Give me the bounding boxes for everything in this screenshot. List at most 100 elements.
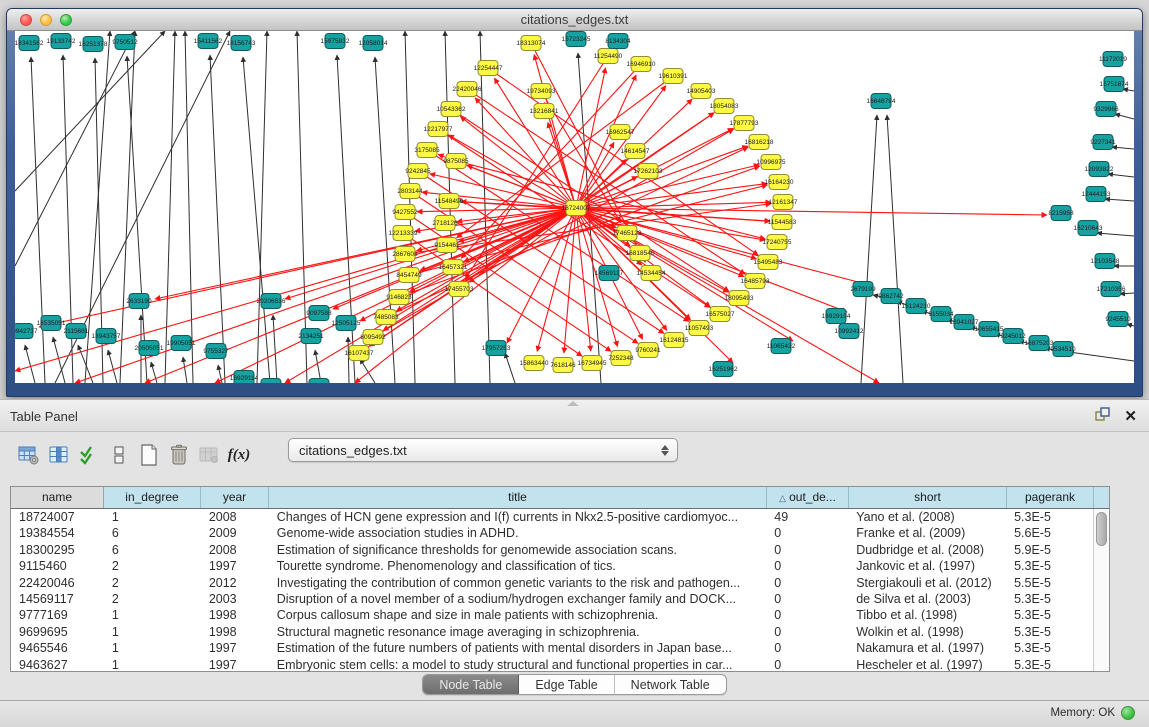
graph-node-label: 14614547 <box>621 148 650 155</box>
column-header-short[interactable]: short <box>849 487 1007 508</box>
table-settings-icon[interactable] <box>14 442 44 468</box>
table-cell: 9465546 <box>11 640 104 656</box>
table-row[interactable]: 2242004622012Investigating the contribut… <box>11 575 1093 591</box>
graph-node-label: 12213339 <box>389 230 418 237</box>
graph-node-label: 18095493 <box>725 295 754 302</box>
graph-node-label: 9155034 <box>928 311 954 318</box>
column-visibility-icon[interactable] <box>44 442 74 468</box>
tab-edge-table[interactable]: Edge Table <box>519 675 614 694</box>
tab-node-table[interactable]: Node Table <box>423 675 519 694</box>
row-height-icon[interactable] <box>104 442 134 468</box>
table-scrollbar-thumb[interactable] <box>1096 512 1107 546</box>
table-row[interactable]: 1456911722003Disruption of a novel membe… <box>11 591 1093 607</box>
table-cell: 0 <box>766 657 848 671</box>
table-row[interactable]: 977716911998Corpus callosum shape and si… <box>11 607 1093 623</box>
table-row[interactable]: 969969511998Structural magnetic resonanc… <box>11 624 1093 640</box>
table-cell: 1998 <box>201 607 269 623</box>
select-mode-icon[interactable] <box>74 442 104 468</box>
graph-edge <box>1105 199 1134 201</box>
graph-edge <box>505 353 515 383</box>
graph-node-label: 19734093 <box>527 88 556 95</box>
table-cell: 1 <box>104 657 201 671</box>
table-row[interactable]: 1872400712008Changes of HCN gene express… <box>11 509 1093 525</box>
node-table: namein_degreeyeartitle△out_de...shortpag… <box>10 486 1110 672</box>
graph-node-label: 18341562 <box>15 40 44 47</box>
graph-node-label: 18156743 <box>227 40 256 47</box>
network-canvas[interactable]: 1872400712254447224200461054336212217977… <box>15 31 1134 383</box>
status-bar: Memory: OK <box>0 700 1149 727</box>
graph-node-label: 7252348 <box>608 355 634 362</box>
float-panel-icon[interactable] <box>1095 407 1110 426</box>
graph-node-label: 3175085 <box>414 147 440 154</box>
column-header-name[interactable]: name <box>11 487 104 508</box>
column-header-year[interactable]: year <box>201 487 269 508</box>
graph-node-label: 19610391 <box>659 73 688 80</box>
graph-node-label: 15975832 <box>321 38 350 45</box>
graph-edge <box>373 129 734 337</box>
graph-edge <box>108 350 117 383</box>
table-cell: Estimation of the future numbers of pati… <box>269 640 767 656</box>
network-window[interactable]: citations_edges.txt 18724007122544472242… <box>6 8 1143 397</box>
table-panel-header[interactable]: Table Panel ✕ <box>0 399 1149 432</box>
table-cell: 49 <box>766 509 848 525</box>
table-cell: 6 <box>104 542 201 558</box>
graph-node-label: 14569117 <box>595 270 624 277</box>
graph-edge <box>185 31 193 383</box>
graph-edge <box>183 357 187 383</box>
create-table-icon[interactable] <box>134 442 164 468</box>
graph-node-label: 9750512 <box>112 39 138 46</box>
table-row[interactable]: 946554611997Estimation of the future num… <box>11 640 1093 656</box>
tab-network-table[interactable]: Network Table <box>615 675 726 694</box>
graph-node-label: 16164230 <box>765 179 794 186</box>
table-cell: 14569117 <box>11 591 104 607</box>
table-cell: 5.3E-5 <box>1006 591 1093 607</box>
graph-edge <box>480 31 490 383</box>
table-row[interactable]: 911546021997Tourette syndrome. Phenomeno… <box>11 558 1093 574</box>
table-row[interactable]: 946362711997Embryonic stem cells: a mode… <box>11 657 1093 671</box>
graph-node-label: 9245510 <box>1105 316 1131 323</box>
network-window-titlebar[interactable]: citations_edges.txt <box>7 9 1142 31</box>
graph-node-label: 16962547 <box>606 129 635 136</box>
table-row[interactable]: 1938455462009Genome-wide association stu… <box>11 525 1093 541</box>
table-cell: 1997 <box>201 657 269 671</box>
table-cell: 5.3E-5 <box>1006 558 1093 574</box>
graph-node-label: 17240755 <box>763 239 792 246</box>
table-scrollbar[interactable] <box>1093 509 1109 671</box>
graph-node-label: 16251378 <box>79 41 108 48</box>
table-cell: Genome-wide association studies in ADHD. <box>269 525 767 541</box>
table-panel-title: Table Panel <box>10 409 78 424</box>
table-cell: 5.3E-5 <box>1006 607 1093 623</box>
graph-node-label: 19942737 <box>15 328 38 335</box>
splitter-handle[interactable] <box>567 401 579 406</box>
table-cell: 0 <box>766 525 848 541</box>
table-cell: Changes of HCN gene expression and I(f) … <box>269 509 767 525</box>
function-builder-icon[interactable]: f(x) <box>224 442 254 468</box>
table-cell: 5.3E-5 <box>1006 624 1093 640</box>
table-cell: Embryonic stem cells: a model to study s… <box>269 657 767 671</box>
memory-status-icon[interactable] <box>1121 706 1135 720</box>
column-header-out_de[interactable]: △out_de... <box>767 487 849 508</box>
table-cell: 0 <box>766 542 848 558</box>
table-cell: 9115460 <box>11 558 104 574</box>
graph-node-label: 10543362 <box>437 106 466 113</box>
table-selector-dropdown[interactable]: citations_edges.txt <box>288 438 678 462</box>
graph-edge <box>75 208 576 383</box>
table-cell: Hescheler et al. (1997) <box>848 657 1006 671</box>
column-header-title[interactable]: title <box>269 487 767 508</box>
graph-edge <box>120 31 135 383</box>
delete-column-icon[interactable] <box>194 442 224 468</box>
graph-node-label: 12217977 <box>424 126 453 133</box>
graph-node-label: 7485083 <box>373 314 399 321</box>
column-header-pagerank[interactable]: pagerank <box>1007 487 1094 508</box>
column-header-in_degree[interactable]: in_degree <box>104 487 201 508</box>
graph-node-label: 9760241 <box>635 347 661 354</box>
table-selector-value: citations_edges.txt <box>289 443 655 458</box>
close-panel-icon[interactable]: ✕ <box>1124 409 1137 425</box>
window-title: citations_edges.txt <box>7 12 1142 27</box>
graph-node-label: 9146823 <box>386 294 412 301</box>
graph-edge <box>273 315 277 383</box>
table-row[interactable]: 1830029562008Estimation of significance … <box>11 542 1093 558</box>
delete-table-icon[interactable] <box>164 442 194 468</box>
graph-node-label: 15751874 <box>1100 81 1129 88</box>
graph-edge <box>576 113 714 208</box>
